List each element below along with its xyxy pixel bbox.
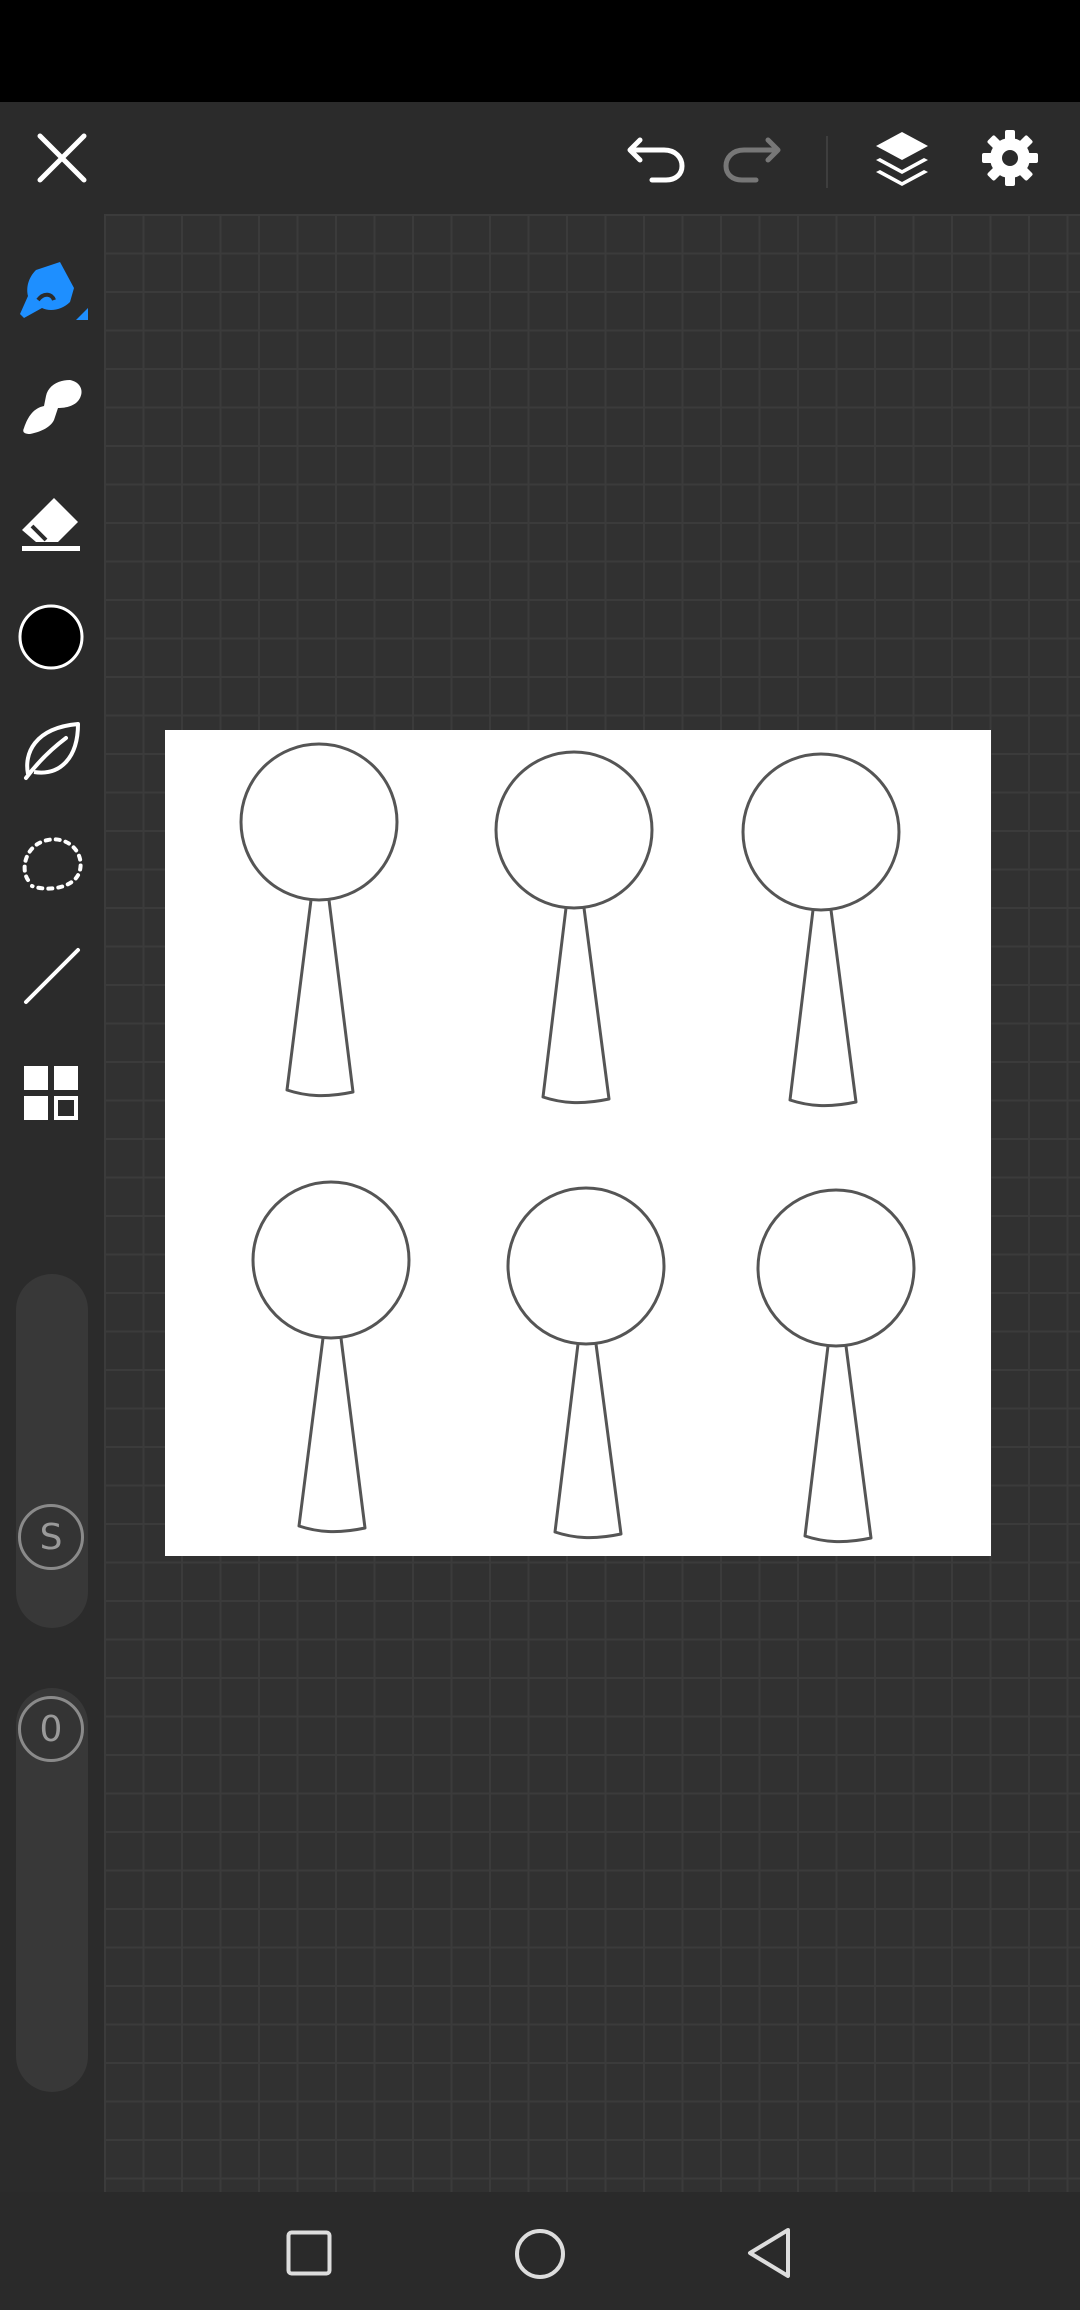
top-toolbar: [0, 102, 1080, 214]
line-icon[interactable]: [22, 946, 82, 1006]
canvas-area[interactable]: [104, 214, 1080, 2192]
brush-size-label: S: [39, 1516, 63, 1558]
drawn-circle: [741, 752, 901, 912]
opacity-label: 0: [39, 1708, 63, 1750]
drawn-circle: [239, 742, 399, 902]
drawn-cone: [297, 1337, 367, 1534]
toolbar-divider: [826, 136, 828, 188]
square-icon[interactable]: [286, 2230, 332, 2276]
layers-icon[interactable]: [872, 128, 932, 188]
drawing-paper[interactable]: [165, 730, 991, 1556]
drawn-cone: [803, 1345, 873, 1544]
system-nav-bar: [0, 2192, 1080, 2310]
status-bar: [0, 0, 1080, 102]
pen-icon[interactable]: [16, 258, 88, 330]
left-toolbar: S 0: [0, 214, 104, 2192]
brush-size-slider[interactable]: [16, 1274, 88, 1628]
eraser-icon[interactable]: [18, 492, 84, 552]
grid-icon[interactable]: [24, 1066, 80, 1122]
drawing-strokes: [239, 742, 916, 1544]
color-swatch[interactable]: [18, 604, 84, 670]
drawn-cone: [788, 909, 858, 1108]
drawn-cone: [285, 899, 355, 1098]
drawn-circle: [251, 1180, 411, 1340]
drawn-cone: [553, 1343, 623, 1540]
drawn-circle: [506, 1186, 666, 1346]
drawn-circle: [756, 1188, 916, 1348]
drawn-cone: [541, 907, 611, 1105]
triangle-back-icon[interactable]: [744, 2226, 794, 2280]
close-icon[interactable]: [36, 132, 88, 184]
drawn-circle: [494, 750, 654, 910]
brush-size-knob[interactable]: S: [18, 1504, 84, 1570]
circle-icon[interactable]: [514, 2228, 566, 2280]
opacity-knob[interactable]: 0: [18, 1696, 84, 1762]
lasso-icon[interactable]: [18, 834, 86, 894]
undo-icon[interactable]: [626, 132, 686, 184]
redo-icon[interactable]: [722, 132, 782, 184]
smudge-icon[interactable]: [18, 376, 86, 436]
gear-icon[interactable]: [980, 128, 1040, 188]
leaf-icon[interactable]: [20, 718, 84, 782]
